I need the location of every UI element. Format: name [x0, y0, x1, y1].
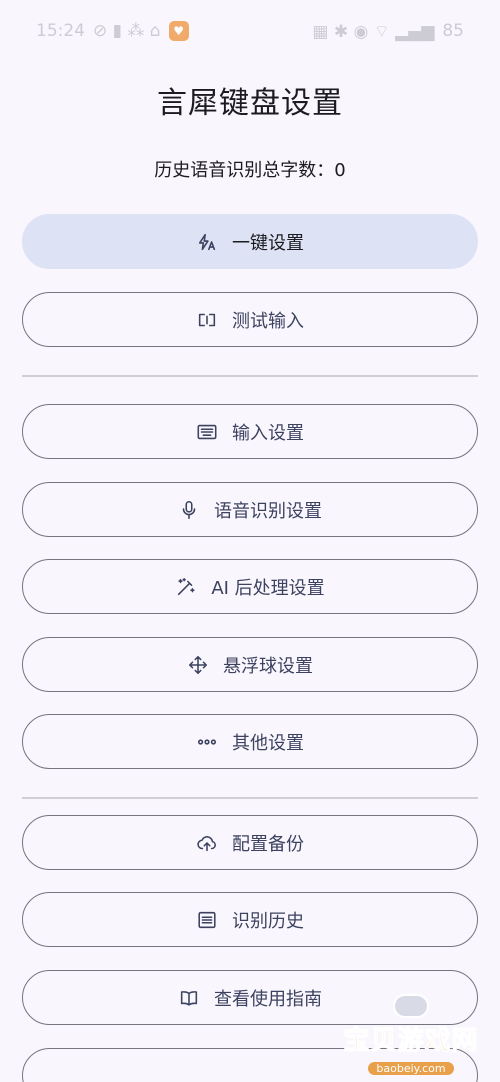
cloud-upload-icon: [197, 835, 216, 851]
voice-recognition-settings-label: 语音识别设置: [214, 500, 322, 522]
status-bar: 15:24 ⊘ ▮ ⁂ ⌂ ♥ ▦ ✱ ◉ ⌔ ▂▄▆ 85: [0, 0, 500, 62]
keyboard-icon: [197, 424, 217, 439]
more-dots-icon: [197, 738, 217, 745]
list-icon: [198, 911, 216, 928]
gamepad-logo-icon: [393, 994, 429, 1018]
one-key-setup-button[interactable]: 一键设置: [22, 214, 478, 269]
user-guide-label: 查看使用指南: [214, 988, 322, 1010]
watermark-url: baobeiy.com: [368, 1062, 454, 1075]
input-settings-button[interactable]: 输入设置: [22, 404, 478, 459]
app-notification-icon: ♥: [168, 21, 189, 41]
watermark-text: 宝贝游戏网: [343, 1026, 479, 1057]
input-test-icon: [198, 313, 216, 326]
recognition-history-button[interactable]: 识别历史: [22, 892, 478, 947]
page-title: 言犀键盘设置: [157, 86, 343, 121]
microphone-icon: [182, 500, 196, 519]
other-settings-button[interactable]: 其他设置: [22, 714, 478, 769]
auto-magic-icon: [198, 233, 216, 250]
one-key-setup-label: 一键设置: [232, 232, 304, 254]
status-left: 15:24 ⊘ ▮ ⁂ ⌂ ♥: [36, 21, 189, 41]
signal-icon: ▦ ✱ ◉ ⌔ ▂▄▆: [312, 21, 435, 42]
notification-icon: ⊘ ▮ ⁂ ⌂: [93, 21, 161, 41]
input-settings-label: 输入设置: [232, 422, 304, 444]
config-backup-button[interactable]: 配置备份: [22, 815, 478, 870]
magic-wand-icon: [178, 577, 195, 595]
voice-recognition-settings-button[interactable]: 语音识别设置: [22, 482, 478, 537]
test-input-label: 测试输入: [232, 310, 304, 332]
floating-ball-settings-button[interactable]: 悬浮球设置: [22, 637, 478, 692]
watermark: 宝贝游戏网 baobeiy.com: [336, 994, 486, 1075]
test-input-button[interactable]: 测试输入: [22, 292, 478, 347]
voice-stats-label: 历史语音识别总字数：0: [154, 160, 346, 181]
divider-1: [22, 375, 478, 377]
status-time: 15:24: [36, 21, 85, 41]
status-right: ▦ ✱ ◉ ⌔ ▂▄▆ 85: [312, 21, 464, 42]
book-icon: [180, 990, 198, 1006]
ai-postprocess-settings-label: AI 后处理设置: [211, 577, 325, 599]
floating-ball-settings-label: 悬浮球设置: [223, 655, 313, 677]
ai-postprocess-settings-button[interactable]: AI 后处理设置: [22, 559, 478, 614]
other-settings-label: 其他设置: [232, 732, 304, 754]
move-arrows-icon: [188, 655, 208, 674]
divider-2: [22, 797, 478, 799]
battery-level: 85: [442, 21, 464, 41]
config-backup-label: 配置备份: [232, 833, 304, 855]
recognition-history-label: 识别历史: [232, 910, 304, 932]
